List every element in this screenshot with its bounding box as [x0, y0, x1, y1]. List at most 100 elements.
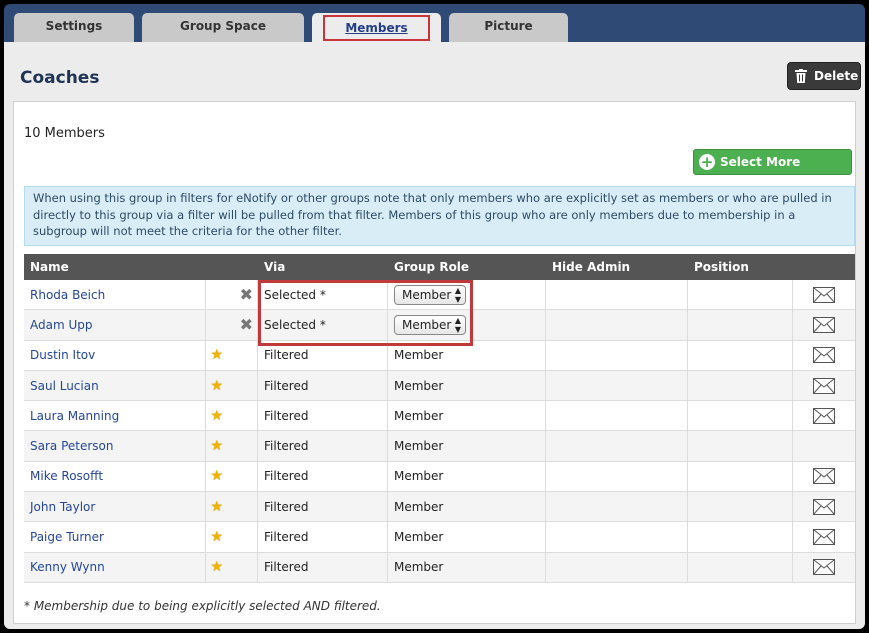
group-role-cell: Member [388, 522, 546, 552]
table-row: Sara Peterson ★ Filtered Member [24, 431, 855, 462]
header-hide-admin[interactable]: Hide Admin [552, 254, 630, 280]
group-role-select[interactable]: Member ▲ ▼ [394, 314, 466, 335]
member-name-link[interactable]: Dustin Itov [24, 340, 206, 370]
position-cell [688, 522, 793, 552]
member-name-link[interactable]: Kenny Wynn [24, 552, 206, 582]
group-role-select[interactable]: Member ▲ ▼ [394, 284, 466, 305]
member-name-link[interactable]: Rhoda Beich [24, 280, 206, 310]
row-mark-cell: ★ [206, 401, 258, 431]
tab-members[interactable]: Members [312, 13, 441, 42]
group-role-select-value: Member [402, 287, 452, 302]
group-role-cell: Member [388, 340, 546, 370]
window-frame: Settings Group Space Members Picture Coa… [4, 4, 865, 629]
star-icon: ★ [210, 377, 223, 394]
group-role-cell: Member ▲ ▼ [388, 310, 546, 340]
tab-group-space[interactable]: Group Space [142, 13, 304, 42]
delete-button[interactable]: Delete [787, 62, 861, 90]
row-mark-cell: ★ [206, 370, 258, 401]
position-cell [688, 340, 793, 370]
envelope-icon[interactable] [813, 468, 835, 485]
footnote: * Membership due to being explicitly sel… [24, 599, 381, 613]
member-name-link[interactable]: Sara Peterson [24, 431, 206, 461]
group-role-cell: Member ▲ ▼ [388, 280, 546, 310]
position-cell [688, 370, 793, 401]
mail-cell [793, 401, 855, 430]
via-cell: Filtered [258, 522, 388, 552]
mail-cell [793, 492, 855, 521]
envelope-icon[interactable] [813, 286, 835, 303]
member-name-link[interactable]: Mike Rosofft [24, 461, 206, 492]
envelope-icon[interactable] [813, 407, 835, 424]
plus-circle-icon: + [699, 153, 715, 171]
hide-admin-cell [546, 310, 688, 340]
position-cell [688, 461, 793, 492]
table-header: Name Via Group Role Hide Admin Position [24, 254, 855, 280]
row-mark-cell: ★ [206, 431, 258, 461]
updown-arrows-icon: ▲ ▼ [454, 315, 461, 334]
star-icon: ★ [210, 529, 223, 546]
tab-picture[interactable]: Picture [449, 13, 568, 42]
member-name-link[interactable]: Paige Turner [24, 522, 206, 552]
via-cell: Filtered [258, 370, 388, 401]
members-card: 10 Members + Select More Members When us… [13, 101, 856, 624]
info-notice: When using this group in filters for eNo… [24, 186, 855, 246]
group-role-select-value: Member [402, 317, 452, 332]
table-row: Laura Manning ★ Filtered Member [24, 401, 855, 432]
trash-icon [795, 69, 807, 83]
via-cell: Filtered [258, 431, 388, 461]
remove-x-icon[interactable]: ✖ [240, 316, 253, 333]
envelope-icon[interactable] [813, 529, 835, 546]
table-row: Paige Turner ★ Filtered Member [24, 522, 855, 553]
star-icon: ★ [210, 468, 223, 485]
row-mark-cell: ✖ [206, 280, 258, 310]
table-row: Saul Lucian ★ Filtered Member [24, 370, 855, 402]
row-mark-cell: ✖ [206, 310, 258, 340]
row-mark-cell: ★ [206, 552, 258, 582]
star-icon: ★ [210, 347, 223, 364]
delete-label: Delete [814, 69, 859, 83]
member-name-link[interactable]: Saul Lucian [24, 370, 206, 401]
position-cell [688, 401, 793, 431]
header-via[interactable]: Via [264, 254, 285, 280]
member-name-link[interactable]: John Taylor [24, 492, 206, 522]
via-cell: Selected * [258, 280, 388, 310]
tab-settings-label: Settings [45, 19, 103, 33]
star-icon: ★ [210, 498, 223, 515]
header-name[interactable]: Name [30, 254, 69, 280]
envelope-icon[interactable] [813, 498, 835, 515]
group-role-cell: Member [388, 492, 546, 522]
mail-cell [793, 522, 855, 551]
tab-settings[interactable]: Settings [14, 13, 134, 42]
member-name-link[interactable]: Adam Upp [24, 310, 206, 340]
mail-cell [793, 553, 855, 582]
table-body: Rhoda Beich ✖ Selected * Member ▲ ▼ Adam Upp ✖ S… [24, 280, 855, 583]
row-mark-cell: ★ [206, 340, 258, 370]
page-title: Coaches [20, 68, 100, 88]
remove-x-icon[interactable]: ✖ [240, 286, 253, 303]
hide-admin-cell [546, 280, 688, 310]
envelope-icon[interactable] [813, 377, 835, 394]
envelope-icon[interactable] [813, 559, 835, 576]
hide-admin-cell [546, 370, 688, 401]
header-position[interactable]: Position [694, 254, 749, 280]
table-row: Mike Rosofft ★ Filtered Member [24, 461, 855, 493]
position-cell [688, 280, 793, 310]
mail-cell [793, 310, 855, 339]
via-cell: Selected * [258, 310, 388, 340]
mail-cell [793, 431, 855, 460]
tab-group-space-label: Group Space [180, 19, 266, 33]
envelope-icon[interactable] [813, 316, 835, 333]
select-more-members-button[interactable]: + Select More Members [693, 149, 852, 193]
group-role-text: Member [394, 408, 444, 423]
member-name-link[interactable]: Laura Manning [24, 401, 206, 431]
table-row: Kenny Wynn ★ Filtered Member [24, 552, 855, 583]
hide-admin-cell [546, 522, 688, 552]
header-group-role[interactable]: Group Role [394, 254, 469, 280]
mail-cell [793, 280, 855, 309]
envelope-icon[interactable] [813, 347, 835, 364]
table-row: Dustin Itov ★ Filtered Member [24, 340, 855, 371]
group-role-text: Member [394, 560, 444, 575]
tab-picture-label: Picture [484, 19, 533, 33]
group-role-cell: Member [388, 370, 546, 401]
group-role-text: Member [394, 469, 444, 484]
